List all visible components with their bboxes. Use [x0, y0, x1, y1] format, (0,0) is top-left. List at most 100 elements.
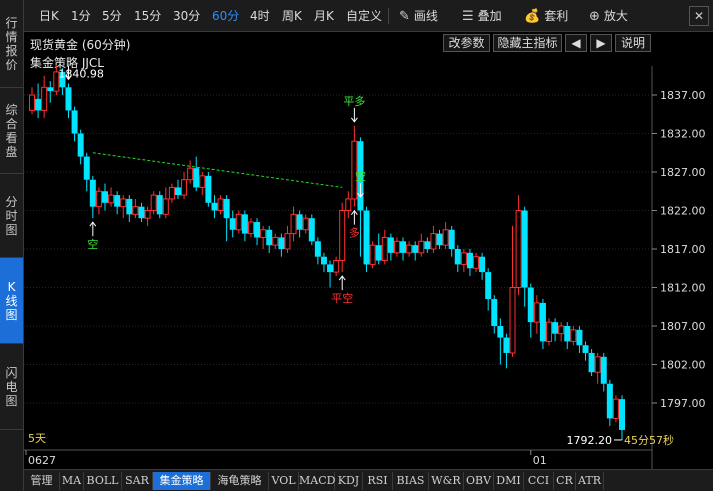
indicator-tab-13[interactable]: DMI	[494, 472, 524, 490]
candle-body-down	[600, 356, 607, 384]
indicator-tab-15[interactable]: CR	[554, 472, 576, 490]
candle-body-up	[272, 236, 279, 246]
period-60min[interactable]: 60分	[212, 0, 239, 32]
left-sidebar: 行情报价 综合看盘 分时图 K线图 闪电图	[0, 0, 24, 491]
overlay-label: 叠加	[477, 9, 502, 23]
candle-body-down	[552, 322, 559, 334]
overlay-button[interactable]: ☰ 叠加	[462, 0, 502, 32]
period-custom[interactable]: 自定义	[346, 0, 382, 32]
side-tab-quotes[interactable]: 行情报价	[0, 0, 23, 88]
candle-body-down	[503, 337, 510, 353]
time-tick-label: 01	[533, 454, 547, 467]
indicator-tab-12[interactable]: OBV	[464, 472, 494, 490]
candle-body-down	[47, 87, 54, 92]
period-4h[interactable]: 4时	[250, 0, 270, 32]
kline-chart[interactable]: 平多空平空平多多空 1837.001832.001827.001822.0018…	[24, 66, 713, 469]
indicator-tab-3[interactable]: SAR	[122, 472, 153, 490]
candle-body-down	[424, 241, 431, 249]
zoom-button[interactable]: ⊕ 放大	[589, 0, 628, 32]
close-icon[interactable]: ✕	[689, 6, 709, 26]
candle-body-down	[375, 245, 382, 261]
side-tab-kline[interactable]: K线图	[0, 258, 23, 344]
period-15min[interactable]: 15分	[134, 0, 161, 32]
candle-body-up	[247, 221, 254, 235]
indicator-tab-16[interactable]: ATR	[576, 472, 604, 490]
candle-body-up	[217, 198, 224, 211]
draw-line-button[interactable]: ✎ 画线	[399, 0, 438, 32]
candle-body-up	[533, 302, 540, 323]
signal-label: 平多	[343, 94, 365, 108]
signal-label: 空	[355, 169, 366, 183]
indicator-tab-7[interactable]: MACD	[299, 472, 335, 490]
indicator-tab-0[interactable]: 管理	[24, 472, 60, 490]
prev-arrow-button[interactable]: ◀	[565, 34, 587, 52]
price-axis: 1837.00 1832.00 1827.00 1822.00 1817.00 1812.…	[652, 89, 706, 410]
indicator-tab-2[interactable]: BOLL	[84, 472, 122, 490]
time-tick-label: 0627	[28, 454, 56, 467]
candle-body-down	[101, 191, 108, 203]
indicator-tab-8[interactable]: KDJ	[335, 472, 363, 490]
candle-body-down	[278, 237, 285, 249]
candle-body-down	[582, 345, 589, 353]
moneybag-icon: 💰	[524, 9, 541, 24]
help-button[interactable]: 说明	[615, 34, 651, 52]
indicator-tab-10[interactable]: BIAS	[393, 472, 429, 490]
indicator-tab-6[interactable]: VOL	[269, 472, 299, 490]
candle-body-down	[314, 241, 321, 257]
candle-body-down	[296, 214, 303, 230]
indicator-tab-14[interactable]: CCI	[524, 472, 554, 490]
countdown-label: 45分57秒	[624, 433, 674, 447]
indicator-tab-5[interactable]: 海龟策略	[211, 472, 269, 490]
hide-indicator-button[interactable]: 隐藏主指标	[493, 34, 562, 52]
price-tick-label: 1807.00	[660, 320, 706, 333]
period-week[interactable]: 周K	[282, 0, 302, 32]
signals-group: 平多空平空平多多空	[65, 66, 366, 305]
candle-body-down	[308, 218, 315, 242]
signal-label: 多	[349, 226, 360, 240]
price-tick-label: 1832.00	[660, 128, 706, 141]
candle-body-down	[211, 202, 218, 211]
side-tab-timeshare[interactable]: 分时图	[0, 174, 23, 258]
zoom-in-icon: ⊕	[589, 9, 600, 24]
side-tab-label: 行情报价	[5, 15, 18, 72]
candle-body-up	[430, 233, 437, 250]
candle-body-up	[442, 229, 449, 246]
candle-body-down	[156, 195, 163, 215]
time-axis: 0627 01	[25, 450, 547, 467]
indicator-tab-11[interactable]: W&R	[429, 472, 464, 490]
indicator-tab-9[interactable]: RSI	[363, 472, 393, 490]
candle-body-up	[284, 233, 291, 250]
arbitrage-button[interactable]: 💰 套利	[524, 0, 568, 32]
price-tick-label: 1822.00	[660, 205, 706, 218]
period-5min[interactable]: 5分	[102, 0, 122, 32]
candle-body-down	[114, 195, 121, 207]
candle-body-up	[181, 179, 188, 196]
candle-body-down	[576, 329, 583, 346]
indicator-tab-1[interactable]: MA	[60, 472, 84, 490]
candle-body-down	[223, 198, 230, 219]
indicator-tab-4[interactable]: 集金策略	[153, 472, 211, 490]
candle-body-down	[327, 264, 334, 273]
candle-body-up	[144, 210, 151, 219]
side-tab-flash[interactable]: 闪电图	[0, 344, 23, 430]
side-tab-overview[interactable]: 综合看盘	[0, 88, 23, 174]
next-arrow-button[interactable]: ▶	[590, 34, 612, 52]
candle-body-down	[527, 287, 534, 323]
candle-body-up	[473, 256, 480, 269]
price-tick-label: 1797.00	[660, 397, 706, 410]
period-30min[interactable]: 30分	[173, 0, 200, 32]
side-tab-label: 综合看盘	[5, 102, 18, 159]
candle-body-down	[254, 222, 261, 238]
period-month[interactable]: 月K	[314, 0, 334, 32]
candle-body-up	[509, 287, 516, 354]
arbitrage-label: 套利	[544, 9, 569, 23]
candle-body-down	[320, 256, 327, 265]
candle-body-down	[497, 326, 504, 338]
candle-body-up	[302, 217, 309, 231]
candle-body-up	[406, 244, 413, 254]
period-1min[interactable]: 1分	[71, 0, 91, 32]
candle-body-up	[558, 325, 565, 335]
edit-params-button[interactable]: 改参数	[443, 34, 490, 52]
candle-body-up	[460, 252, 467, 265]
period-day[interactable]: 日K	[39, 0, 59, 32]
